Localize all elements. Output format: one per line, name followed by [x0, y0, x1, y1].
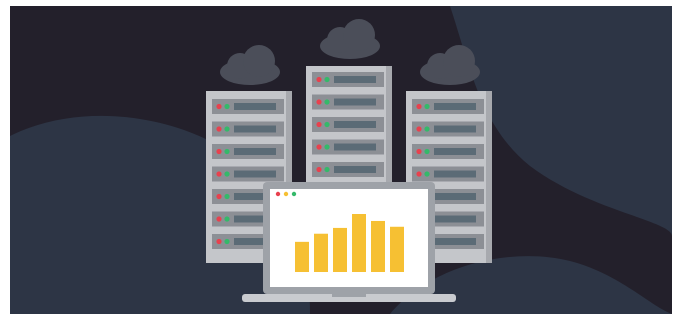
status-led-red [216, 238, 222, 245]
chart-bar [352, 214, 366, 272]
server-slot [312, 162, 384, 177]
server-slot [412, 166, 484, 182]
status-led-green [324, 99, 330, 105]
chart-bar [371, 220, 385, 272]
server-slot [212, 99, 284, 114]
chart-bar [333, 227, 347, 272]
status-led-green [224, 126, 230, 132]
server-slot [312, 139, 384, 155]
status-led-green [324, 76, 330, 83]
server-slot [312, 117, 384, 132]
chart-bar [295, 241, 309, 272]
rack-edge [486, 91, 492, 263]
status-led-red [416, 171, 422, 177]
status-led-green [224, 103, 230, 110]
status-led-red [416, 126, 422, 132]
status-led-green [224, 216, 230, 222]
status-led-green [224, 238, 230, 245]
status-led-red [416, 148, 422, 155]
laptop-screen [270, 189, 428, 287]
status-led-red [416, 103, 422, 110]
status-led-red [216, 193, 222, 200]
chart-bar [390, 226, 404, 272]
server-slot [412, 121, 484, 137]
status-led-red [216, 216, 222, 222]
status-led-red [316, 121, 322, 128]
status-led-green [224, 193, 230, 200]
status-led-red [316, 144, 322, 150]
chart-bar [314, 233, 328, 272]
status-led-green [424, 126, 430, 132]
status-led-red [216, 103, 222, 110]
status-led-green [224, 148, 230, 155]
status-led-red [216, 148, 222, 155]
server-slot [312, 94, 384, 110]
status-led-red [316, 166, 322, 173]
server-slot [212, 144, 284, 159]
window-dot-red [275, 191, 281, 197]
status-led-red [316, 99, 322, 105]
laptop-icon [242, 182, 456, 302]
laptop-notch [332, 294, 366, 297]
server-slot [212, 166, 284, 182]
status-led-green [224, 171, 230, 177]
rack-edge [386, 66, 392, 196]
status-led-green [424, 103, 430, 110]
window-dot-yellow [283, 191, 289, 197]
server-slot [412, 144, 484, 159]
server-slot [312, 72, 384, 87]
server-illustration [10, 6, 672, 314]
status-led-red [216, 126, 222, 132]
window-dot-green [291, 191, 297, 197]
status-led-red [316, 76, 322, 83]
status-led-green [324, 144, 330, 150]
status-led-green [424, 171, 430, 177]
illustration-canvas [10, 6, 672, 314]
status-led-green [424, 148, 430, 155]
server-slot [412, 99, 484, 114]
status-led-green [324, 121, 330, 128]
server-rack-icon [306, 66, 392, 196]
status-led-red [216, 171, 222, 177]
server-slot [212, 121, 284, 137]
status-led-green [324, 166, 330, 173]
